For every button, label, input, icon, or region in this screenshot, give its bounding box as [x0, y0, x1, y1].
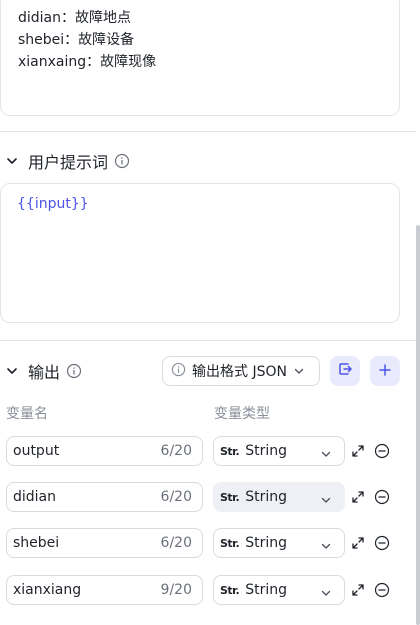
expand-icon[interactable] — [350, 582, 366, 598]
info-icon[interactable] — [114, 153, 130, 169]
char-counter: 9/20 — [160, 582, 192, 598]
char-counter: 6/20 — [160, 489, 192, 505]
char-counter: 6/20 — [160, 443, 192, 459]
chevron-down-icon — [293, 365, 305, 377]
remove-icon[interactable] — [374, 535, 390, 551]
prompt-line: didian：故障地点 — [18, 10, 132, 26]
variable-type-select[interactable]: Str. String — [213, 482, 345, 512]
column-header-type: 变量类型 — [214, 406, 270, 422]
section-divider — [0, 340, 416, 341]
prompt-variable: {{input}} — [17, 196, 89, 212]
user-prompt-header[interactable]: 用户提示词 — [0, 147, 130, 175]
variable-type-select[interactable]: Str. String — [213, 528, 345, 558]
chevron-down-icon[interactable] — [2, 151, 22, 171]
string-type-icon: Str. — [220, 444, 240, 458]
variable-name-input[interactable]: output 6/20 — [6, 436, 203, 466]
system-prompt-editor[interactable]: didian：故障地点 shebei：故障设备 xianxaing：故障现像 — [0, 0, 400, 116]
format-label: 输出格式 JSON — [192, 364, 287, 380]
output-variable-row: xianxiang 9/20 Str. String — [0, 575, 420, 607]
variable-type-select[interactable]: Str. String — [213, 436, 345, 466]
string-type-icon: Str. — [220, 583, 240, 597]
variable-name-input[interactable]: xianxiang 9/20 — [6, 575, 203, 605]
chevron-down-icon — [320, 491, 332, 510]
add-variable-button[interactable] — [370, 356, 400, 386]
import-button[interactable] — [330, 356, 360, 386]
variable-name-value: xianxiang — [13, 582, 82, 598]
output-variable-row: shebei 6/20 Str. String — [0, 528, 420, 560]
variable-name-value: shebei — [13, 535, 60, 551]
expand-icon[interactable] — [350, 535, 366, 551]
variable-type-select[interactable]: Str. String — [213, 575, 345, 605]
variable-name-input[interactable]: didian 6/20 — [6, 482, 203, 512]
remove-icon[interactable] — [374, 489, 390, 505]
variable-type-value: String — [245, 582, 287, 598]
chevron-down-icon — [320, 445, 332, 464]
output-variable-row: output 6/20 Str. String — [0, 436, 420, 468]
variable-type-value: String — [245, 489, 287, 505]
variable-type-value: String — [245, 535, 287, 551]
user-prompt-editor[interactable]: {{input}} — [0, 183, 400, 323]
import-icon — [337, 361, 353, 381]
scrollbar[interactable] — [416, 225, 420, 625]
expand-icon[interactable] — [350, 489, 366, 505]
variable-name-value: didian — [13, 489, 57, 505]
output-format-select[interactable]: 输出格式 JSON — [162, 356, 320, 386]
expand-icon[interactable] — [350, 443, 366, 459]
string-type-icon: Str. — [220, 536, 240, 550]
remove-icon[interactable] — [374, 443, 390, 459]
chevron-down-icon[interactable] — [2, 361, 22, 381]
variable-name-value: output — [13, 443, 60, 459]
string-type-icon: Str. — [220, 490, 240, 504]
info-icon[interactable] — [66, 363, 82, 379]
variable-type-value: String — [245, 443, 287, 459]
plus-icon — [378, 362, 392, 381]
char-counter: 6/20 — [160, 535, 192, 551]
remove-icon[interactable] — [374, 582, 390, 598]
chevron-down-icon — [320, 584, 332, 603]
info-icon — [171, 362, 186, 381]
prompt-line: shebei：故障设备 — [18, 32, 135, 48]
prompt-line: xianxaing：故障现像 — [18, 54, 157, 70]
section-title: 输出 — [28, 363, 61, 382]
column-header-name: 变量名 — [6, 406, 48, 422]
chevron-down-icon — [320, 537, 332, 556]
section-title: 用户提示词 — [28, 153, 109, 172]
output-variable-row: didian 6/20 Str. String — [0, 482, 420, 514]
output-header[interactable]: 输出 — [0, 357, 82, 385]
section-divider — [0, 131, 416, 132]
variable-name-input[interactable]: shebei 6/20 — [6, 528, 203, 558]
